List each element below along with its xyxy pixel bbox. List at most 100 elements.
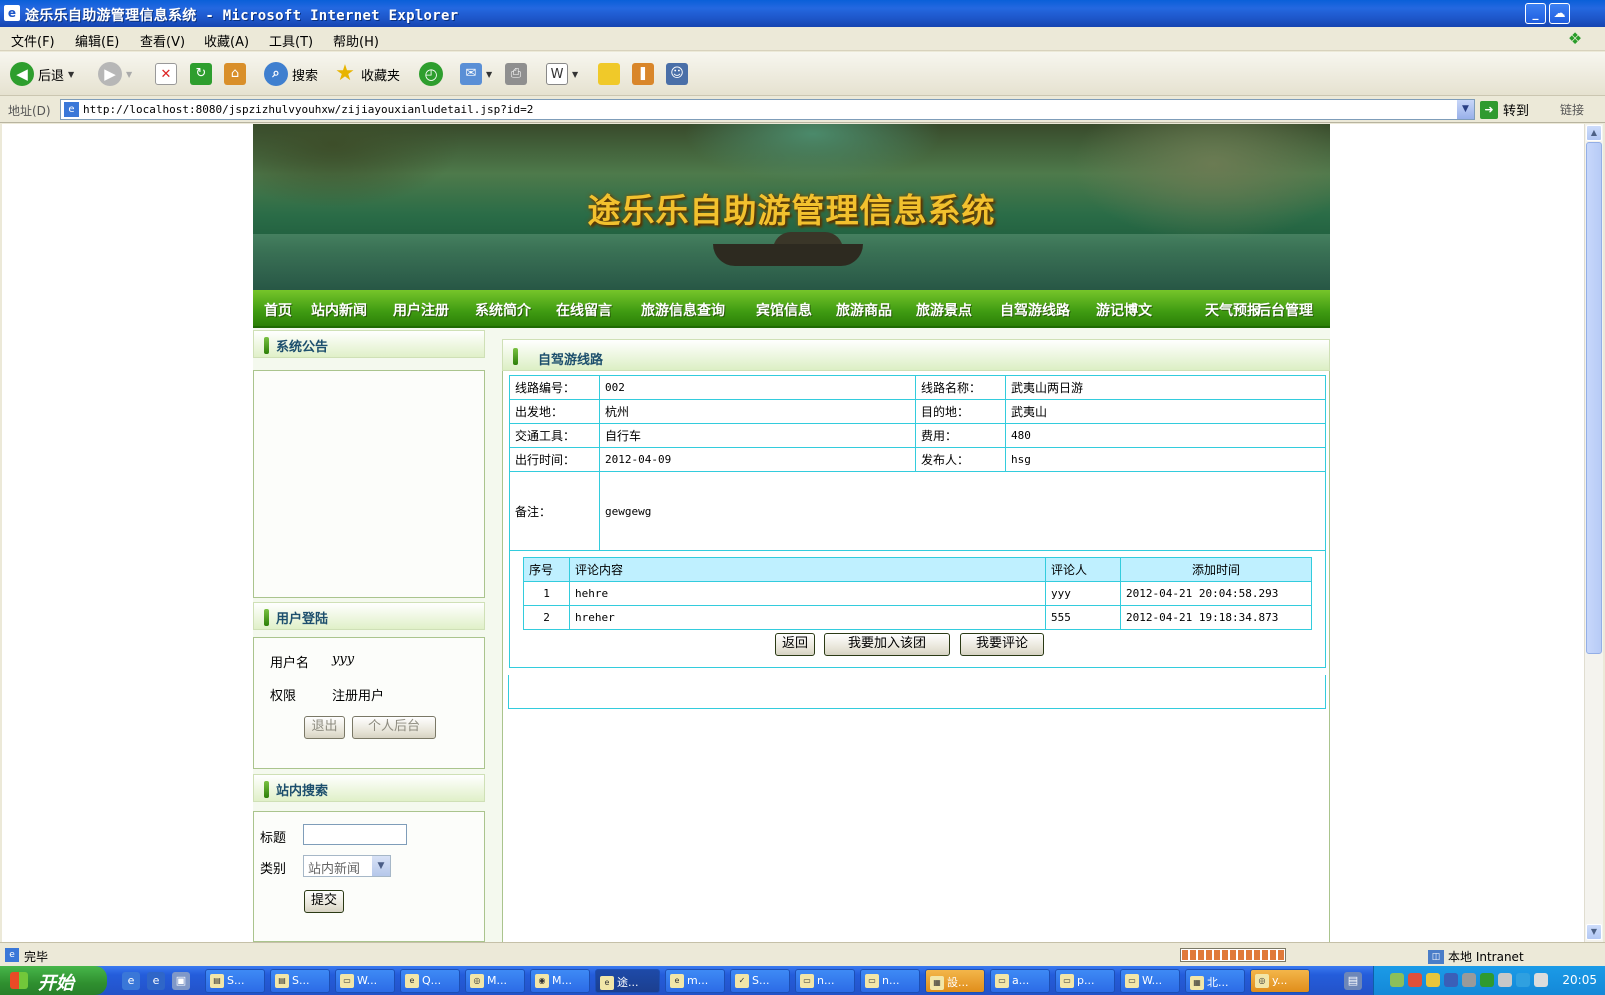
tray-icon[interactable] bbox=[1516, 973, 1530, 987]
nav-products[interactable]: 旅游商品 bbox=[836, 300, 892, 320]
search-submit-button[interactable]: 提交 bbox=[304, 890, 344, 913]
print-button[interactable]: ⎙ bbox=[505, 60, 527, 88]
ie-quicklaunch-icon[interactable]: e bbox=[147, 972, 165, 990]
dropdown-arrow-icon[interactable]: ▼ bbox=[126, 70, 132, 79]
taskbar-item[interactable]: ▦ 北... bbox=[1185, 969, 1245, 993]
chevron-down-icon[interactable]: ▼ bbox=[372, 856, 390, 876]
favorites-button[interactable]: ★ 收藏夹 bbox=[333, 60, 400, 88]
username-value: yyy bbox=[332, 652, 355, 667]
stop-button[interactable]: ✕ bbox=[155, 60, 177, 88]
dropdown-arrow-icon[interactable]: ▼ bbox=[68, 70, 74, 79]
logout-button[interactable]: 退出 bbox=[304, 716, 345, 739]
menu-edit[interactable]: 编辑(E) bbox=[75, 31, 119, 50]
taskbar-item[interactable]: e m... bbox=[665, 969, 725, 993]
go-button[interactable]: ➜ 转到 bbox=[1480, 100, 1529, 119]
tray-icon[interactable] bbox=[1444, 973, 1458, 987]
nav-blog[interactable]: 游记博文 bbox=[1096, 300, 1152, 320]
dropdown-arrow-icon[interactable]: ▼ bbox=[486, 70, 492, 79]
taskbar-item[interactable]: ◎ M... bbox=[465, 969, 525, 993]
links-button[interactable]: 链接 bbox=[1560, 101, 1584, 118]
personal-center-button[interactable]: 个人后台 bbox=[352, 716, 436, 739]
address-dropdown-icon[interactable]: ▼ bbox=[1457, 100, 1474, 119]
page-icon: e bbox=[5, 948, 19, 962]
login-header: 用户登陆 bbox=[253, 602, 485, 630]
address-input[interactable]: e http://localhost:8080/jspzizhulvyouhxw… bbox=[60, 99, 1475, 120]
menu-tools[interactable]: 工具(T) bbox=[269, 31, 313, 50]
taskbar-item[interactable]: ▭ W... bbox=[335, 969, 395, 993]
ie-quicklaunch-icon[interactable]: e bbox=[122, 972, 140, 990]
messenger-button[interactable]: ☺ bbox=[666, 60, 688, 88]
home-button[interactable]: ⌂ bbox=[224, 60, 246, 88]
dropdown-arrow-icon[interactable]: ▼ bbox=[572, 70, 578, 79]
taskbar-item[interactable]: ▤ S... bbox=[205, 969, 265, 993]
back-label: 后退 bbox=[38, 68, 65, 84]
back-button[interactable]: ◀ 后退 ▼ bbox=[10, 60, 74, 88]
minimize-button[interactable]: _ bbox=[1525, 3, 1546, 24]
volume-icon[interactable] bbox=[1534, 973, 1548, 987]
menu-favorites[interactable]: 收藏(A) bbox=[204, 31, 249, 50]
menu-help[interactable]: 帮助(H) bbox=[333, 31, 379, 50]
tray-icon[interactable] bbox=[1408, 973, 1422, 987]
taskbar: 开始 e e ▣ ▤ S... ▤ S... ▭ W... e Q... ◎ M... ◉… bbox=[0, 966, 1605, 995]
tray-icon[interactable] bbox=[1390, 973, 1404, 987]
messenger-icon: ☺ bbox=[666, 63, 688, 85]
forward-button[interactable]: ▶ ▼ bbox=[98, 60, 132, 88]
tray-icon[interactable] bbox=[1480, 973, 1494, 987]
menu-view[interactable]: 查看(V) bbox=[140, 31, 185, 50]
edit-icon: W bbox=[546, 63, 568, 85]
nav-admin[interactable]: 后台管理 bbox=[1257, 300, 1313, 320]
nav-news[interactable]: 站内新闻 bbox=[311, 300, 367, 320]
vertical-scrollbar[interactable]: ▲ ▼ bbox=[1584, 124, 1603, 942]
edit-button[interactable]: W ▼ bbox=[546, 60, 578, 88]
go-arrow-icon: ➜ bbox=[1480, 100, 1498, 119]
refresh-button[interactable]: ↻ bbox=[190, 60, 212, 88]
security-zone: ◫ 本地 Intranet bbox=[1428, 948, 1524, 965]
taskbar-item-flashing[interactable]: ◎ y... bbox=[1250, 969, 1310, 993]
destination-label: 目的地： bbox=[915, 399, 1006, 424]
nav-weather[interactable]: 天气预报 bbox=[1205, 300, 1261, 320]
scroll-down-icon[interactable]: ▼ bbox=[1586, 924, 1602, 940]
taskbar-item[interactable]: ◉ M... bbox=[530, 969, 590, 993]
taskbar-item[interactable]: ▭ a... bbox=[990, 969, 1050, 993]
nav-scenic-spots[interactable]: 旅游景点 bbox=[916, 300, 972, 320]
nav-driving-routes[interactable]: 自驾游线路 bbox=[1000, 300, 1070, 320]
scroll-up-icon[interactable]: ▲ bbox=[1586, 125, 1602, 141]
discuss-button[interactable] bbox=[598, 60, 620, 88]
tray-icon[interactable] bbox=[1462, 973, 1476, 987]
taskbar-item[interactable]: ▭ p... bbox=[1055, 969, 1115, 993]
search-button[interactable]: ⌕ 搜索 bbox=[264, 60, 318, 88]
cloud-app-icon[interactable]: ☁ bbox=[1549, 3, 1570, 24]
menu-file[interactable]: 文件(F) bbox=[11, 31, 55, 50]
search-title-input[interactable] bbox=[303, 824, 407, 845]
nav-about[interactable]: 系统简介 bbox=[475, 300, 531, 320]
taskbar-item[interactable]: ▭ W... bbox=[1120, 969, 1180, 993]
back-link-button[interactable]: 返回 bbox=[775, 633, 815, 656]
taskbar-item[interactable]: ▭ n... bbox=[795, 969, 855, 993]
nav-travel-info[interactable]: 旅游信息查询 bbox=[641, 300, 725, 320]
table-row: 2 hreher 555 2012-04-21 19:18:34.873 bbox=[523, 605, 1312, 630]
tray-icon[interactable] bbox=[1426, 973, 1440, 987]
nav-guestbook[interactable]: 在线留言 bbox=[556, 300, 612, 320]
mail-button[interactable]: ✉ ▼ bbox=[460, 60, 492, 88]
research-button[interactable]: ❚ bbox=[632, 60, 654, 88]
join-group-button[interactable]: 我要加入该团 bbox=[824, 633, 950, 656]
taskbar-item[interactable]: ▤ S... bbox=[270, 969, 330, 993]
nav-register[interactable]: 用户注册 bbox=[393, 300, 449, 320]
history-button[interactable]: ◴ bbox=[419, 60, 443, 88]
taskbar-item[interactable]: ✓ S... bbox=[730, 969, 790, 993]
scrollbar-thumb[interactable] bbox=[1586, 142, 1602, 654]
nav-hotels[interactable]: 宾馆信息 bbox=[756, 300, 812, 320]
category-select[interactable]: 站内新闻 ▼ bbox=[303, 855, 391, 877]
taskbar-item[interactable]: ▭ n... bbox=[860, 969, 920, 993]
address-url[interactable]: http://localhost:8080/jspzizhulvyouhxw/z… bbox=[83, 103, 533, 116]
taskbar-item[interactable]: e Q... bbox=[400, 969, 460, 993]
keyboard-icon[interactable]: ▤ bbox=[1344, 972, 1362, 990]
start-button[interactable]: 开始 bbox=[0, 966, 107, 995]
desktop-quicklaunch-icon[interactable]: ▣ bbox=[172, 972, 190, 990]
tray-icon[interactable] bbox=[1498, 973, 1512, 987]
start-label: 开始 bbox=[38, 973, 74, 994]
taskbar-item-active[interactable]: e 途... bbox=[595, 969, 660, 993]
nav-home[interactable]: 首页 bbox=[264, 300, 292, 320]
write-comment-button[interactable]: 我要评论 bbox=[960, 633, 1044, 656]
taskbar-item-flashing[interactable]: ▦ 設... bbox=[925, 969, 985, 993]
